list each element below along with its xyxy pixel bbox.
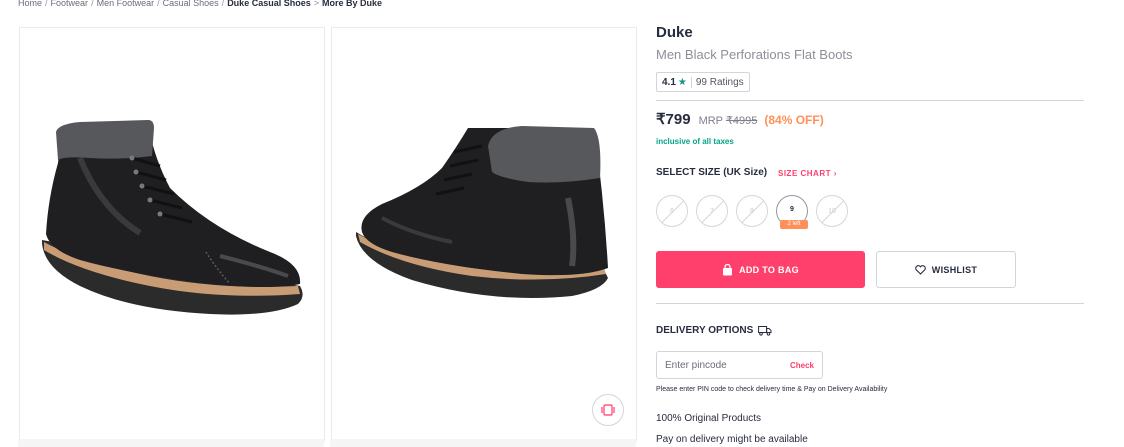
discount-badge: (84% OFF) <box>764 113 824 127</box>
breadcrumb-casual-shoes[interactable]: Casual Shoes <box>163 0 219 8</box>
size-option-7: 7 <box>696 195 728 227</box>
thumbnail-strip <box>18 439 324 447</box>
feature-pay-on-delivery: Pay on delivery might be available <box>656 434 808 445</box>
wishlist-button[interactable]: WISHLIST <box>876 251 1016 288</box>
delivery-heading: DELIVERY OPTIONS <box>656 325 772 336</box>
size-label: 6 <box>670 207 674 215</box>
product-image-2[interactable] <box>331 27 637 441</box>
mrp-value: ₹4995 <box>725 115 758 127</box>
size-heading: SELECT SIZE (UK Size) <box>656 167 768 178</box>
size-option-8: 8 <box>736 195 768 227</box>
product-brand: Duke <box>656 24 693 41</box>
feature-original-products: 100% Original Products <box>656 413 762 424</box>
breadcrumb: Home / Footwear / Men Footwear / Casual Shoes /… <box>18 0 382 8</box>
star-icon: ★ <box>677 76 687 88</box>
heart-icon <box>915 264 926 275</box>
add-to-bag-button[interactable]: ADD TO BAG <box>656 251 865 288</box>
mrp-label: MRP <box>698 115 723 127</box>
size-label: 10 <box>828 207 836 215</box>
breadcrumb-arrow: > <box>313 0 319 8</box>
pincode-box: Check <box>656 351 823 379</box>
rating-divider <box>690 76 692 88</box>
size-option-6: 6 <box>656 195 688 227</box>
breadcrumb-home[interactable]: Home <box>18 0 42 8</box>
product-name: Men Black Perforations Flat Boots <box>656 47 853 62</box>
rating-value: 4.1 <box>662 76 676 88</box>
similar-products-button[interactable] <box>592 394 624 426</box>
selling-price: ₹799 <box>656 111 691 128</box>
size-chart-link[interactable]: SIZE CHART › <box>778 169 837 178</box>
breadcrumb-footwear[interactable]: Footwear <box>51 0 89 8</box>
size-label: 8 <box>750 207 754 215</box>
pincode-note: Please enter PIN code to check delivery … <box>656 386 888 393</box>
breadcrumb-more-by-brand[interactable]: More By Duke <box>322 0 382 8</box>
size-label: 9 <box>790 205 794 213</box>
wishlist-label: WISHLIST <box>931 264 978 275</box>
delivery-heading-label: DELIVERY OPTIONS <box>656 325 754 336</box>
stock-badge: 2 left <box>780 220 808 229</box>
price-row: ₹799 MRP ₹4995 (84% OFF) <box>656 110 824 128</box>
boot-side-view-image <box>42 120 303 315</box>
add-to-bag-label: ADD TO BAG <box>739 264 799 275</box>
product-image-1[interactable] <box>19 27 325 441</box>
rating-count: 99 Ratings <box>695 76 744 88</box>
divider <box>656 100 1084 101</box>
similar-products-icon <box>601 404 615 416</box>
check-button[interactable]: Check <box>790 361 814 370</box>
pincode-input[interactable] <box>665 359 775 371</box>
mrp: MRP ₹4995 <box>699 114 758 127</box>
breadcrumb-men-footwear[interactable]: Men Footwear <box>97 0 155 8</box>
breadcrumb-separator: / <box>221 0 225 8</box>
tax-note: inclusive of all taxes <box>656 137 734 146</box>
truck-icon <box>758 326 772 336</box>
breadcrumb-separator: / <box>45 0 48 8</box>
size-option-10: 10 <box>816 195 848 227</box>
boot-angle-view-image <box>356 126 608 298</box>
thumbnail-strip <box>330 439 636 447</box>
breadcrumb-separator: / <box>157 0 160 8</box>
breadcrumb-separator: / <box>91 0 94 8</box>
chevron-right-icon: › <box>833 169 837 178</box>
breadcrumb-current: Duke Casual Shoes <box>227 0 311 8</box>
size-label: 7 <box>710 207 714 215</box>
rating-badge[interactable]: 4.1 ★ 99 Ratings <box>656 72 750 92</box>
bag-icon <box>723 263 733 275</box>
size-chart-label: SIZE CHART <box>778 169 831 178</box>
divider <box>656 303 1084 304</box>
